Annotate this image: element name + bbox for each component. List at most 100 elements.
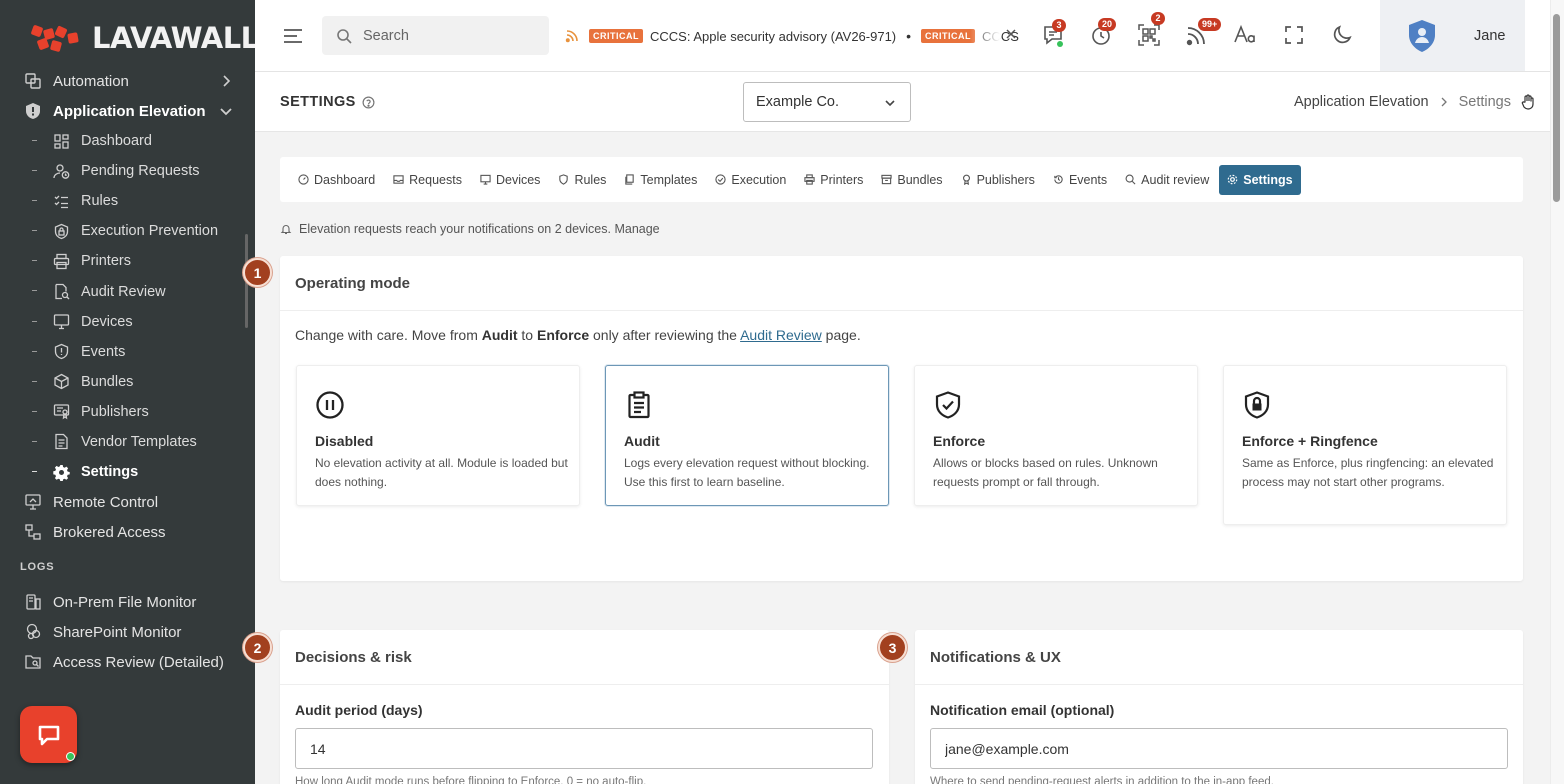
sidebar-item-publishers[interactable]: Publishers xyxy=(0,397,255,427)
tab-events[interactable]: Events xyxy=(1045,165,1115,195)
tab-templates[interactable]: Templates xyxy=(616,165,705,195)
tab-publishers[interactable]: Publishers xyxy=(953,165,1043,195)
sidebar-item-automation[interactable]: Automation xyxy=(0,66,255,96)
notification-notice: Elevation requests reach your notificati… xyxy=(280,222,660,236)
menu-icon[interactable] xyxy=(282,25,304,47)
document-icon xyxy=(55,434,68,450)
remote-monitor-icon xyxy=(25,494,41,510)
sidebar-item-application-elevation[interactable]: Application Elevation xyxy=(0,96,255,126)
sidebar-item-events[interactable]: Events xyxy=(0,337,255,367)
card-title: Operating mode xyxy=(295,275,411,292)
sidebar-item-execution-prevention[interactable]: Execution Prevention xyxy=(0,216,255,246)
server-icon xyxy=(26,594,41,610)
tab-dashboard[interactable]: Dashboard xyxy=(290,165,383,195)
sidebar-item-label: Settings xyxy=(81,464,139,481)
tab-execution[interactable]: Execution xyxy=(707,165,794,195)
tab-label: Publishers xyxy=(976,172,1035,187)
sidebar-item-printers[interactable]: Printers xyxy=(0,246,255,276)
sidebar-item-brokered-access[interactable]: Brokered Access xyxy=(0,517,255,547)
sidebar-item-label: Devices xyxy=(81,313,133,330)
mode-title: Enforce xyxy=(933,433,986,449)
file-search-icon xyxy=(55,283,70,300)
tab-label: Bundles xyxy=(897,172,943,187)
tab-settings[interactable]: Settings xyxy=(1219,164,1301,195)
printer-icon xyxy=(53,253,70,270)
audit-period-input[interactable] xyxy=(295,728,873,769)
close-icon[interactable] xyxy=(1005,28,1017,40)
mode-title: Enforce + Ringfence xyxy=(1242,433,1378,449)
gear-icon xyxy=(53,464,70,481)
sidebar-item-settings[interactable]: Settings xyxy=(0,457,255,487)
sidebar-item-access-review-detailed[interactable]: Access Review (Detailed) xyxy=(0,647,255,677)
advisory-ticker[interactable]: CRITICAL CCCS: Apple security advisory (… xyxy=(565,24,1020,48)
certificate-icon xyxy=(53,404,70,420)
tab-devices[interactable]: Devices xyxy=(472,165,548,195)
search-box[interactable]: Search xyxy=(322,16,549,55)
help-icon[interactable] xyxy=(362,96,375,109)
history-icon xyxy=(1054,175,1063,184)
sidebar-nav: Automation Application Elevation Dashboa… xyxy=(0,66,255,677)
ticker-message[interactable]: CCCS: Apple security advisory (AV26-971) xyxy=(650,29,896,44)
lavawall-logo-icon xyxy=(31,25,79,52)
ticker-fade xyxy=(970,20,1000,50)
sidebar-item-label: SharePoint Monitor xyxy=(53,623,182,641)
notice-text[interactable]: Elevation requests reach your notificati… xyxy=(299,222,660,236)
sidebar-item-dashboard[interactable]: Dashboard xyxy=(0,126,255,156)
messages-button[interactable]: 3 xyxy=(1041,19,1066,47)
card-title: Decisions & risk xyxy=(295,649,412,666)
mode-option-disabled[interactable]: Disabled No elevation activity at all. M… xyxy=(296,365,580,506)
breadcrumb: Application Elevation Settings xyxy=(1294,94,1536,110)
brand-logo[interactable]: LAVAWALL® xyxy=(30,18,255,58)
mode-option-enforce[interactable]: Enforce Allows or blocks based on rules.… xyxy=(914,365,1198,506)
sidebar-item-sharepoint-monitor[interactable]: SharePoint Monitor xyxy=(0,617,255,647)
feed-button[interactable]: 99+ xyxy=(1185,18,1222,47)
mode-title: Audit xyxy=(624,433,660,449)
fullscreen-icon[interactable] xyxy=(1282,23,1306,47)
page-scrollbar-thumb[interactable] xyxy=(1553,14,1560,202)
sidebar-item-remote-control[interactable]: Remote Control xyxy=(0,487,255,517)
tab-bundles[interactable]: Bundles xyxy=(873,165,950,195)
tab-printers[interactable]: Printers xyxy=(796,165,871,195)
company-select[interactable]: Example Co. xyxy=(743,82,911,122)
decisions-card: Decisions & risk Audit period (days) How… xyxy=(280,630,889,784)
font-size-icon[interactable] xyxy=(1233,23,1257,47)
tab-audit-review[interactable]: Audit review xyxy=(1117,165,1217,195)
tab-rules[interactable]: Rules xyxy=(550,165,614,195)
updates-button[interactable]: 20 xyxy=(1089,18,1117,47)
chat-button[interactable] xyxy=(20,706,77,763)
sidebar-item-pending-requests[interactable]: Pending Requests xyxy=(0,156,255,186)
sidebar-item-label: Automation xyxy=(53,72,129,90)
notification-email-input[interactable] xyxy=(930,728,1508,769)
mode-option-audit[interactable]: Audit Logs every elevation request witho… xyxy=(605,365,889,506)
sidebar-item-bundles[interactable]: Bundles xyxy=(0,367,255,397)
search-icon xyxy=(337,28,352,44)
monitor-icon xyxy=(480,174,491,185)
user-menu[interactable]: Jane xyxy=(1380,0,1525,71)
sidebar-item-rules[interactable]: Rules xyxy=(0,186,255,216)
page-header: SETTINGS Example Co. Application Elevati… xyxy=(255,72,1550,132)
breadcrumb-current: Settings xyxy=(1458,94,1511,110)
mode-option-enforce-ringfence[interactable]: Enforce + Ringfence Same as Enforce, plu… xyxy=(1223,365,1507,525)
sidebar-item-audit-review[interactable]: Audit Review xyxy=(0,276,255,306)
sidebar-item-devices[interactable]: Devices xyxy=(0,307,255,337)
sidebar-item-label: Execution Prevention xyxy=(81,223,219,240)
sidebar-item-label: Vendor Templates xyxy=(81,433,197,450)
qr-scan-button[interactable]: 2 xyxy=(1137,12,1165,47)
tab-requests[interactable]: Requests xyxy=(385,165,470,195)
operating-mode-intro: Change with care. Move from Audit to Enf… xyxy=(295,327,861,343)
search-input[interactable]: Search xyxy=(363,28,409,44)
sidebar-item-on-prem-file-monitor[interactable]: On-Prem File Monitor xyxy=(0,587,255,617)
sharepoint-icon xyxy=(26,623,41,640)
mode-title: Disabled xyxy=(315,433,374,449)
step-badge: 1 xyxy=(243,258,272,287)
sidebar-item-label: Bundles xyxy=(81,373,134,390)
audit-review-link[interactable]: Audit Review xyxy=(740,327,822,343)
tab-label: Templates xyxy=(640,172,698,187)
monitor-icon xyxy=(53,314,70,330)
chevron-right-icon xyxy=(1441,97,1447,107)
sidebar-item-vendor-templates[interactable]: Vendor Templates xyxy=(0,427,255,457)
tab-label: Printers xyxy=(820,172,864,187)
breadcrumb-parent[interactable]: Application Elevation xyxy=(1294,94,1429,110)
dark-mode-icon[interactable] xyxy=(1330,23,1354,47)
inbox-icon xyxy=(393,175,404,184)
